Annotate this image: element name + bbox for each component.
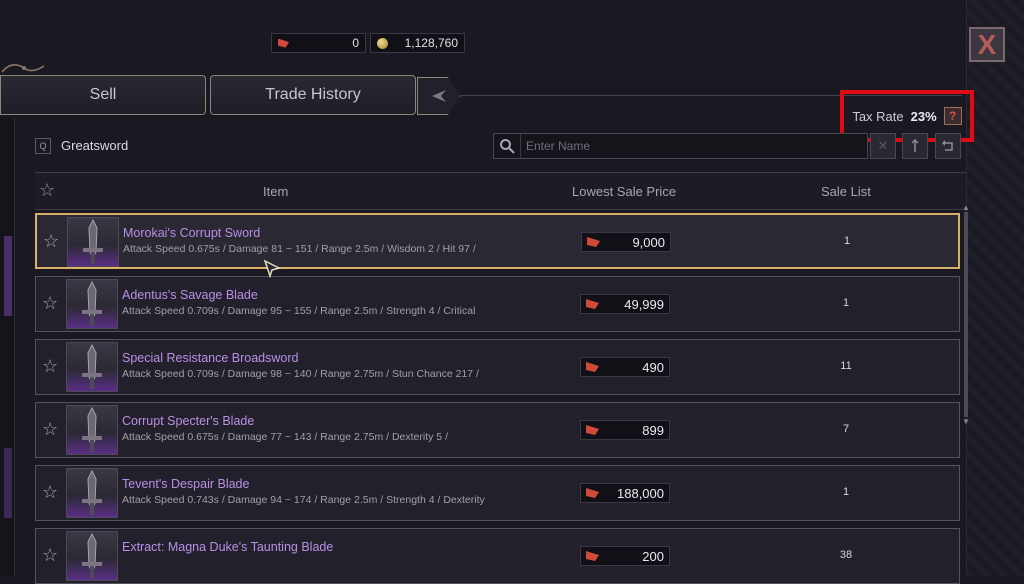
price-value: 188,000 bbox=[617, 485, 664, 501]
clear-icon: ✕ bbox=[877, 138, 889, 153]
item-thumbnail bbox=[66, 531, 118, 581]
close-button[interactable]: X bbox=[969, 27, 1005, 62]
search-icon[interactable] bbox=[494, 134, 521, 158]
sale-list-count: 11 bbox=[840, 360, 852, 372]
price-value: 899 bbox=[642, 422, 664, 438]
category-label[interactable]: Greatsword bbox=[61, 138, 128, 153]
sale-list-count: 7 bbox=[842, 423, 850, 435]
sale-list-count: 1 bbox=[842, 297, 850, 309]
tax-rate-value: 23% bbox=[910, 108, 937, 124]
header-sale-list[interactable]: Sale List bbox=[821, 184, 871, 199]
table-header: ☆ Item Lowest Sale Price Sale List bbox=[35, 172, 966, 210]
lowest-price: 9,000 bbox=[581, 232, 671, 252]
ornament-icon bbox=[0, 58, 46, 76]
table-row[interactable]: ☆ Morokai's Corrupt Sword Attack Speed 0.6… bbox=[35, 213, 960, 269]
item-stats: Attack Speed 0.675s / Damage 81 ~ 151 / … bbox=[123, 243, 476, 255]
lowest-price: 200 bbox=[580, 546, 670, 566]
lowest-price: 899 bbox=[580, 420, 670, 440]
red-gem-icon bbox=[586, 551, 599, 561]
item-stats: Attack Speed 0.709s / Damage 95 ~ 155 / … bbox=[122, 305, 476, 317]
red-gem-icon bbox=[587, 237, 600, 247]
tab-bar: Sell Trade History bbox=[0, 75, 962, 116]
price-value: 49,999 bbox=[624, 296, 664, 312]
lowest-price: 49,999 bbox=[580, 294, 670, 314]
favorite-star-icon[interactable]: ☆ bbox=[42, 356, 58, 377]
table-row[interactable]: ☆ Adentus's Savage Blade Attack Speed 0.70… bbox=[35, 276, 960, 332]
category-key-hint: Q bbox=[35, 138, 51, 154]
lowest-price: 490 bbox=[580, 357, 670, 377]
sort-icon bbox=[911, 139, 919, 152]
item-name: Corrupt Specter's Blade bbox=[122, 414, 255, 428]
item-name: Special Resistance Broadsword bbox=[122, 351, 299, 365]
red-gem-icon bbox=[278, 38, 289, 48]
item-name: Extract: Magna Duke's Taunting Blade bbox=[122, 540, 334, 554]
tax-rate-label: Tax Rate bbox=[852, 108, 904, 124]
red-gem-icon bbox=[586, 299, 599, 309]
sale-list-count: 38 bbox=[839, 549, 853, 561]
sale-list-count: 1 bbox=[843, 235, 851, 247]
red-gem-icon bbox=[586, 488, 599, 498]
favorite-star-icon[interactable]: ☆ bbox=[43, 231, 59, 252]
red-currency-display: 0 bbox=[271, 33, 366, 53]
favorite-filter-icon[interactable]: ☆ bbox=[39, 180, 55, 201]
scroll-down-icon[interactable]: ▼ bbox=[962, 418, 970, 426]
tax-help-button[interactable]: ? bbox=[943, 107, 962, 125]
arrow-left-icon bbox=[432, 90, 446, 102]
clear-search-button[interactable]: ✕ bbox=[870, 133, 896, 159]
item-stats: Attack Speed 0.709s / Damage 98 ~ 140 / … bbox=[122, 368, 479, 380]
scrollbar[interactable] bbox=[964, 212, 968, 417]
price-value: 200 bbox=[642, 548, 664, 564]
item-thumbnail bbox=[66, 279, 118, 329]
red-currency-amount: 0 bbox=[352, 36, 359, 50]
item-thumbnail bbox=[67, 217, 119, 267]
tab-arrow-button[interactable] bbox=[417, 77, 461, 115]
left-side-panel bbox=[0, 118, 15, 576]
tab-sell[interactable]: Sell bbox=[0, 75, 206, 115]
item-stats: Attack Speed 0.675s / Damage 77 ~ 143 / … bbox=[122, 431, 448, 443]
favorite-star-icon[interactable]: ☆ bbox=[42, 482, 58, 503]
reset-button[interactable] bbox=[935, 133, 961, 159]
price-value: 9,000 bbox=[632, 234, 665, 250]
item-name: Morokai's Corrupt Sword bbox=[123, 226, 261, 240]
favorite-star-icon[interactable]: ☆ bbox=[42, 293, 58, 314]
table-row[interactable]: ☆ Corrupt Specter's Blade Attack Speed 0.6… bbox=[35, 402, 960, 458]
item-name: Adentus's Savage Blade bbox=[122, 288, 258, 302]
mouse-cursor-icon bbox=[263, 259, 282, 278]
favorite-star-icon[interactable]: ☆ bbox=[42, 419, 58, 440]
close-icon: X bbox=[977, 28, 997, 60]
sort-button[interactable] bbox=[902, 133, 928, 159]
header-lowest-price[interactable]: Lowest Sale Price bbox=[572, 184, 676, 199]
favorite-star-icon[interactable]: ☆ bbox=[42, 545, 58, 566]
reset-icon bbox=[942, 140, 953, 151]
right-decor-panel bbox=[966, 0, 1024, 576]
item-thumbnail bbox=[66, 342, 118, 392]
item-name: Tevent's Despair Blade bbox=[122, 477, 250, 491]
table-row[interactable]: ☆ Special Resistance Broadsword Attack Spe… bbox=[35, 339, 960, 395]
item-stats: Attack Speed 0.743s / Damage 94 ~ 174 / … bbox=[122, 494, 485, 506]
search-input[interactable] bbox=[521, 138, 858, 154]
price-value: 490 bbox=[642, 359, 664, 375]
lowest-price: 188,000 bbox=[580, 483, 670, 503]
header-item[interactable]: Item bbox=[263, 184, 288, 199]
search-bar bbox=[493, 133, 868, 159]
item-thumbnail bbox=[66, 405, 118, 455]
gold-currency-display: 1,128,760 bbox=[370, 33, 465, 53]
question-icon: ? bbox=[949, 109, 957, 123]
scroll-up-icon[interactable]: ▲ bbox=[962, 204, 970, 212]
sale-list-count: 1 bbox=[842, 486, 850, 498]
gold-coin-icon bbox=[377, 37, 388, 49]
item-thumbnail bbox=[66, 468, 118, 518]
red-gem-icon bbox=[586, 425, 599, 435]
table-row[interactable]: ☆ Tevent's Despair Blade Attack Speed 0.74… bbox=[35, 465, 960, 521]
gold-currency-amount: 1,128,760 bbox=[404, 36, 458, 50]
tab-trade-history[interactable]: Trade History bbox=[210, 75, 416, 115]
red-gem-icon bbox=[586, 362, 599, 372]
